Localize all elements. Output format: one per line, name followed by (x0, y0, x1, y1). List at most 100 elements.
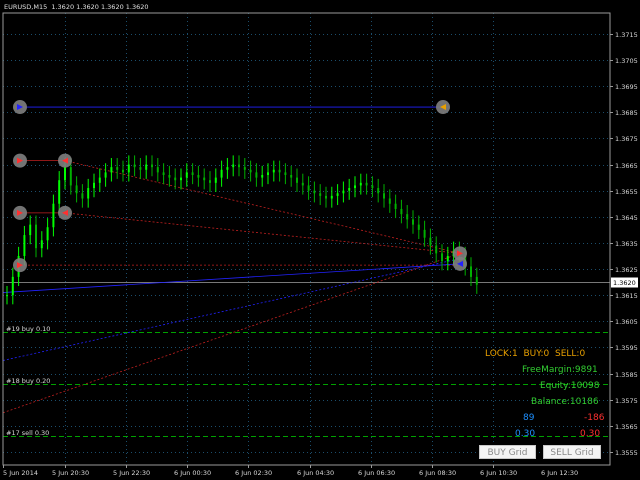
candle-body (417, 224, 420, 230)
candle-body (255, 172, 258, 178)
chart-window[interactable]: 1.3715 1.3705 1.3695 1.3685 1.3675 1.3665 1.36… (0, 0, 640, 480)
trade-line-red (2, 252, 461, 414)
price-axis-label: 1.3685 (615, 109, 638, 117)
candle-body (23, 235, 26, 256)
candle-body (296, 177, 298, 183)
candle-body (75, 185, 78, 194)
candle-body (6, 295, 8, 297)
candle-body (69, 167, 72, 186)
candle-body (267, 172, 269, 175)
candle-body (185, 172, 188, 178)
candle-body (226, 167, 229, 170)
price-axis-label: 1.3555 (615, 449, 638, 457)
candle-body (278, 169, 281, 173)
candle-body (412, 219, 414, 225)
candle-body (301, 182, 304, 186)
candle-body (371, 185, 374, 189)
candle-body (174, 177, 177, 181)
trade-line-red (64, 212, 461, 254)
candle-body (35, 224, 37, 249)
candle-body (243, 167, 246, 170)
candle-body (330, 195, 333, 199)
candle-body (319, 193, 322, 196)
price-axis-label: 1.3665 (615, 162, 638, 170)
candle-body (214, 177, 217, 183)
order-marker[interactable] (58, 205, 72, 220)
grid-level-label: #18 buy 0.20 (6, 376, 51, 385)
time-axis-label: 5 Jun 20:30 (52, 469, 89, 477)
candle-body (284, 172, 287, 175)
price-axis-label: 1.3565 (615, 423, 638, 431)
time-axis-label: 6 Jun 02:30 (235, 469, 272, 477)
candle-body (203, 177, 206, 181)
grid-level-label: #17 sell 0.30 (6, 428, 50, 437)
candle-body (180, 177, 182, 181)
current-price-label: 1.3620 (613, 279, 636, 287)
time-axis-label: 6 Jun 00:30 (174, 469, 211, 477)
candle-body (435, 245, 438, 254)
price-axis-label: 1.3645 (615, 214, 638, 222)
candle-body (272, 169, 275, 173)
order-marker[interactable] (436, 100, 450, 115)
candle-body (325, 195, 327, 199)
price-axis-label: 1.3705 (615, 57, 638, 65)
order-marker[interactable] (13, 100, 27, 115)
candle-body (307, 185, 310, 191)
candle-body (168, 174, 171, 178)
candle-body (116, 167, 119, 170)
order-marker[interactable] (453, 256, 467, 271)
candle-body (127, 164, 130, 173)
time-axis-label: 5 Jun 22:30 (113, 469, 150, 477)
equity: Equity:10098 (540, 381, 600, 391)
sell-lots: 0.30 (580, 429, 601, 439)
price-chart[interactable]: 1.3715 1.3705 1.3695 1.3685 1.3675 1.3665 1.36… (0, 0, 640, 480)
sell-count: -186 (584, 413, 605, 423)
candle-body (162, 172, 165, 175)
price-axis-label: 1.3655 (615, 188, 638, 196)
candle-body (238, 164, 240, 168)
candle-body (58, 180, 61, 204)
candle-body (52, 203, 55, 228)
time-axis-label: 6 Jun 06:30 (358, 469, 395, 477)
grid-level-label: #19 buy 0.10 (6, 324, 51, 333)
candle-body (156, 167, 159, 173)
candle-body (81, 193, 84, 199)
candle-body (104, 172, 107, 178)
chart-frame (2, 12, 611, 466)
candle-body (220, 169, 223, 178)
order-marker[interactable] (13, 258, 27, 273)
candle-body (348, 188, 351, 191)
candle-body (429, 237, 432, 246)
candle-body (11, 276, 14, 296)
candle-body (354, 185, 356, 189)
price-axis-label: 1.3635 (615, 240, 638, 248)
candle-body (470, 266, 472, 277)
candle-body (191, 172, 194, 175)
candle-body (475, 276, 478, 285)
candle-body (377, 188, 380, 194)
buy-count: 89 (523, 413, 535, 423)
candle-body (406, 214, 409, 220)
buy-grid-button[interactable]: BUY Grid (479, 445, 536, 459)
order-marker[interactable] (13, 205, 27, 220)
time-axis-label: 6 Jun 04:30 (297, 469, 334, 477)
order-marker[interactable] (58, 153, 72, 168)
candle-body (110, 167, 113, 173)
candle-body (29, 224, 32, 236)
order-marker[interactable] (13, 153, 27, 168)
candle-body (342, 190, 345, 194)
candle-body (400, 208, 403, 215)
price-axis-label: 1.3585 (615, 371, 638, 379)
candle-body (64, 167, 66, 181)
candle-body (40, 240, 43, 249)
candle-body (145, 164, 148, 170)
price-axis-label: 1.3575 (615, 397, 638, 405)
candle-body (93, 182, 95, 189)
candle-body (383, 193, 385, 199)
candle-body (394, 203, 397, 209)
candle-body (423, 229, 426, 238)
sell-grid-button[interactable]: SELL Grid (543, 445, 601, 459)
time-axis-label: 5 Jun 2014 (3, 469, 38, 477)
candle-body (133, 164, 136, 168)
time-axis-label: 6 Jun 10:30 (480, 469, 517, 477)
